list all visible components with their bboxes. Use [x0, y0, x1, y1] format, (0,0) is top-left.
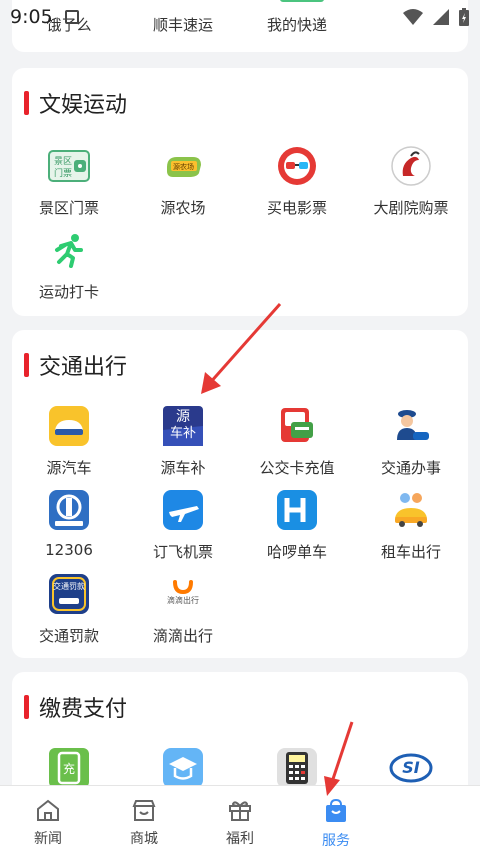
traffic-police-icon — [389, 404, 433, 448]
service-movie-ticket[interactable]: 买电影票 — [240, 140, 354, 224]
tab-news[interactable]: 新闻 — [0, 786, 96, 853]
service-flight-ticket[interactable]: 订飞机票 — [126, 484, 240, 568]
car-rental-icon — [389, 488, 433, 532]
tab-mall[interactable]: 商城 — [96, 786, 192, 853]
car-subsidy-icon: 源 车补 — [161, 404, 205, 448]
news-icon — [37, 799, 59, 821]
service-calculator[interactable] — [240, 742, 354, 785]
service-farm[interactable]: 源农场 源农场 — [126, 140, 240, 224]
service-traffic-affairs[interactable]: 交通办事 — [354, 400, 468, 484]
theater-icon — [389, 144, 433, 188]
bus-card-icon — [275, 404, 319, 448]
service-phone-recharge[interactable]: 充 — [12, 742, 126, 785]
service-sport-checkin[interactable]: 运动打卡 — [12, 224, 126, 308]
farm-icon: 源农场 — [161, 144, 205, 188]
service-theater[interactable]: 大剧院购票 — [354, 140, 468, 224]
service-hello-bike[interactable]: 哈啰单车 — [240, 484, 354, 568]
signal-icon — [433, 9, 449, 25]
notification-icon — [64, 10, 79, 24]
section-title-payment: 缴费支付 — [24, 692, 127, 722]
movie-ticket-icon — [275, 144, 319, 188]
gift-icon — [229, 801, 251, 821]
section-marker — [24, 353, 29, 377]
airplane-icon — [161, 488, 205, 532]
running-icon — [47, 228, 91, 272]
education-icon — [161, 746, 205, 785]
service-traffic-fine[interactable]: 交通罚款 交通罚款 — [12, 568, 126, 652]
svg-text:门票: 门票 — [54, 167, 72, 179]
service-social-security[interactable]: SI — [354, 742, 468, 785]
tab-welfare[interactable]: 福利 — [192, 786, 288, 853]
battery-icon — [459, 8, 469, 26]
status-time: 9:05 — [10, 6, 53, 28]
service-bus-card-recharge[interactable]: 公交卡充值 — [240, 400, 354, 484]
section-marker — [24, 695, 29, 719]
calculator-icon — [275, 746, 319, 785]
service-car-rental[interactable]: 租车出行 — [354, 484, 468, 568]
service-didi[interactable]: 滴滴出行 滴滴出行 — [126, 568, 240, 652]
traffic-fine-icon: 交通罚款 — [47, 572, 91, 616]
mall-icon — [132, 800, 156, 821]
service-car[interactable]: 源汽车 — [12, 400, 126, 484]
railway-icon — [47, 488, 91, 532]
section-title-entertainment: 文娱运动 — [24, 88, 127, 118]
bottom-tab-bar: 新闻 商城 福利 服务 — [0, 785, 480, 853]
car-icon — [47, 404, 91, 448]
section-entertainment: 文娱运动 景区 门票 景区门票 源农场 源农场 买电影票 大剧院购票 运动打卡 — [12, 68, 468, 316]
svg-text:源农场: 源农场 — [173, 162, 194, 171]
service-bag-icon — [326, 798, 346, 822]
service-education-pay[interactable] — [126, 742, 240, 785]
section-title-traffic: 交通出行 — [24, 350, 127, 380]
section-payment: 缴费支付 充 SI — [12, 672, 468, 785]
scenic-ticket-icon: 景区 门票 — [47, 144, 91, 188]
service-scroll-area[interactable]: 饿了么 顺丰速运 我的快递 文娱运动 景区 门票 景区门票 源农场 源农场 买电… — [0, 0, 480, 785]
section-traffic: 交通出行 源汽车 源 车补 源车补 公交卡充值 交通办事 12306 订飞机票 … — [12, 330, 468, 658]
service-scenic-ticket[interactable]: 景区 门票 景区门票 — [12, 140, 126, 224]
status-bar: 9:05 — [0, 0, 480, 34]
hello-bike-icon — [275, 488, 319, 532]
service-12306[interactable]: 12306 — [12, 484, 126, 568]
tab-service[interactable]: 服务 — [288, 786, 384, 853]
section-marker — [24, 91, 29, 115]
wifi-icon — [403, 9, 423, 25]
didi-icon: 滴滴出行 — [161, 572, 205, 616]
social-security-icon: SI — [389, 746, 433, 785]
service-car-subsidy[interactable]: 源 车补 源车补 — [126, 400, 240, 484]
svg-text:景区: 景区 — [54, 156, 72, 167]
phone-recharge-icon: 充 — [47, 746, 91, 785]
